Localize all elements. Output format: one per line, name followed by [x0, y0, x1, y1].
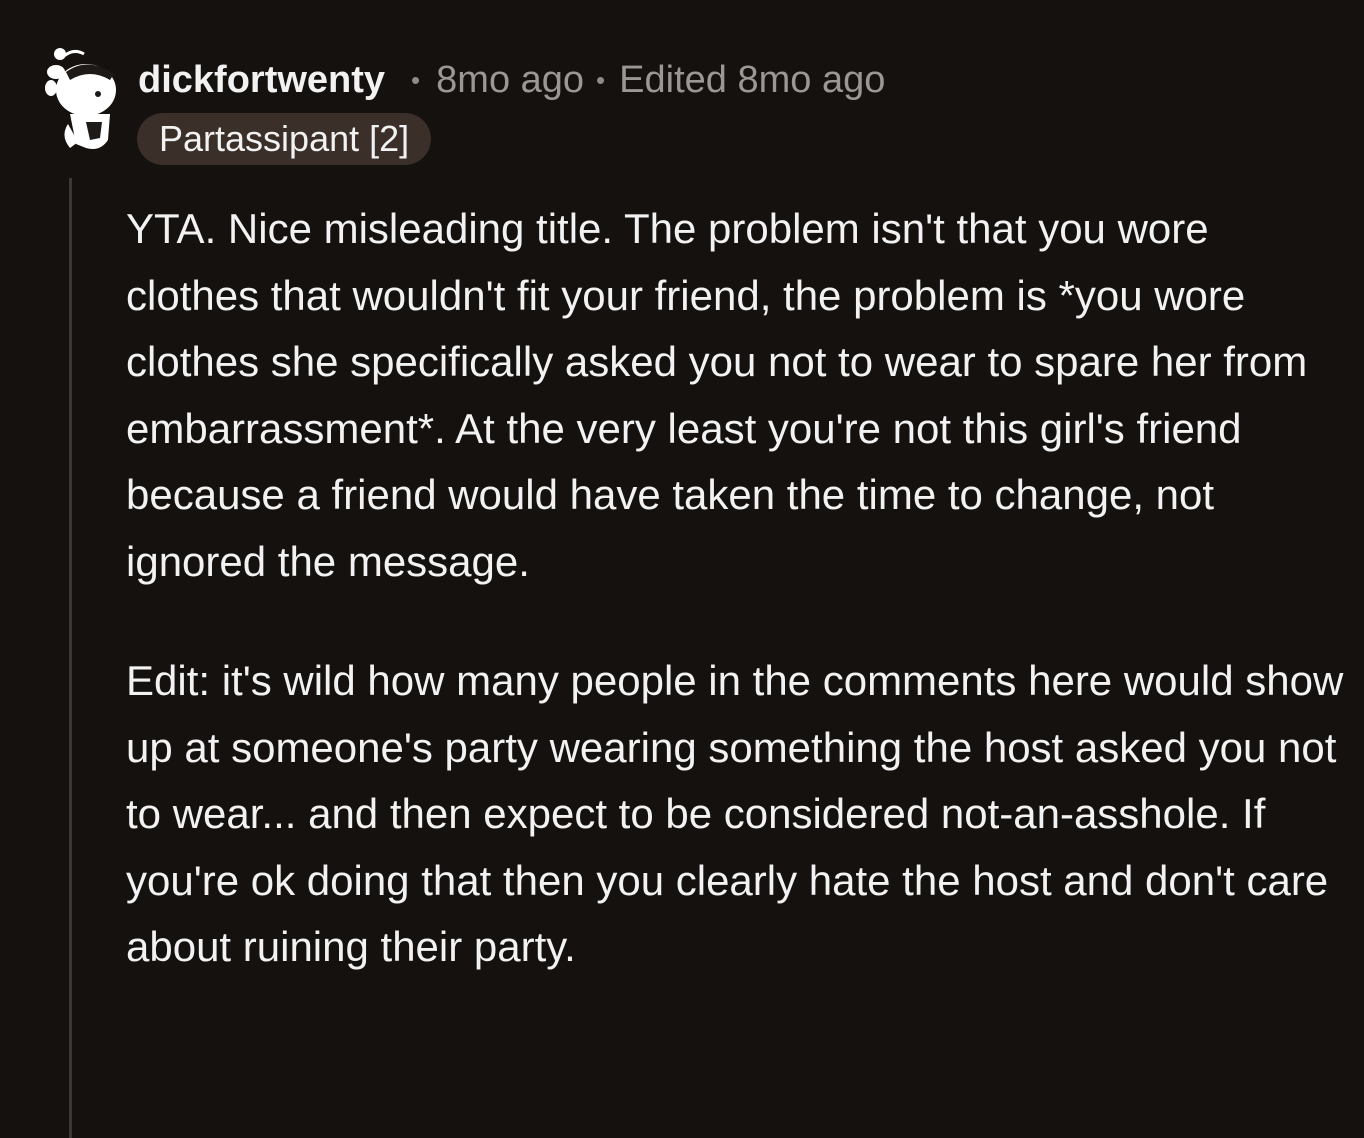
edited-timestamp: Edited 8mo ago — [619, 58, 886, 101]
snoo-avatar-icon[interactable] — [40, 44, 120, 156]
timestamp[interactable]: 8mo ago — [436, 59, 584, 102]
meta-separator: • — [596, 64, 606, 95]
comment-paragraph: Edit: it's wild how many people in the c… — [126, 657, 1344, 970]
comment-paragraph: YTA. Nice misleading title. The problem … — [126, 205, 1308, 585]
comment-header: dickfortwenty • 8mo ago • Edited 8mo ago — [138, 54, 885, 106]
comment: dickfortwenty • 8mo ago • Edited 8mo ago… — [0, 0, 1364, 1138]
thread-line[interactable] — [69, 178, 72, 1138]
comment-body: YTA. Nice misleading title. The problem … — [126, 196, 1346, 981]
user-flair-badge: Partassipant [2] — [137, 113, 432, 165]
username-link[interactable]: dickfortwenty — [138, 59, 385, 102]
meta-separator: • — [411, 64, 421, 95]
